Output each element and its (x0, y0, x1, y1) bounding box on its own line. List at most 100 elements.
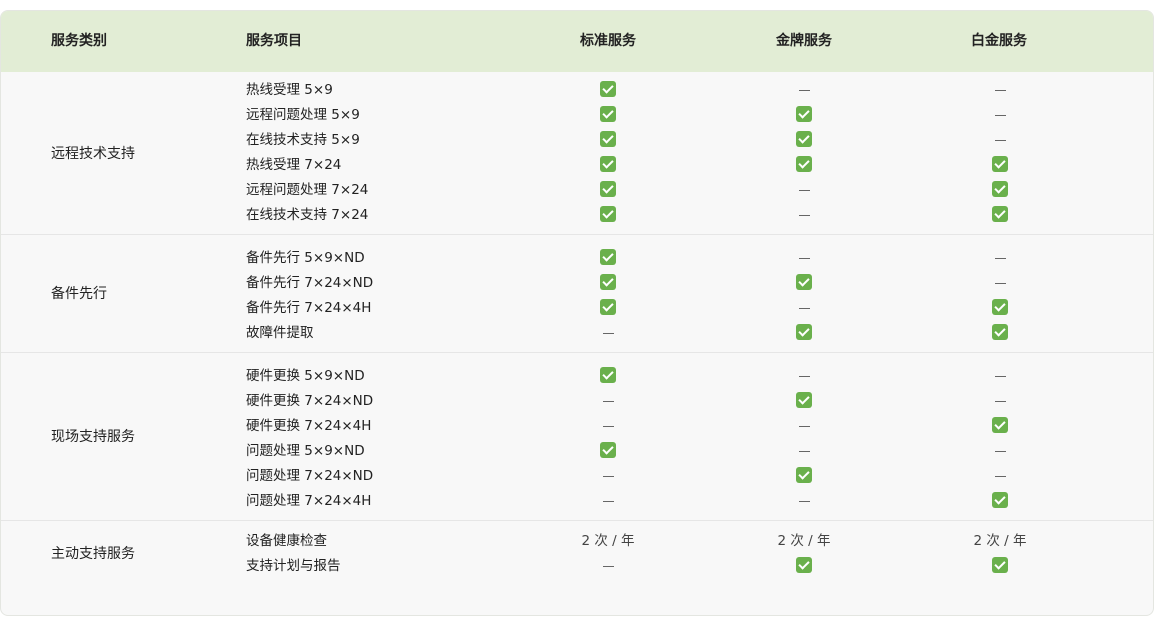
cell-platinum: 2 次 / 年 (973, 533, 1027, 549)
cell-platinum (965, 105, 1035, 125)
cell-gold: 2 次 / 年 (777, 533, 831, 549)
table-row: 硬件更换 5×9×ND (1, 364, 1153, 389)
check-icon (992, 206, 1008, 222)
dash-icon (798, 257, 810, 259)
cell-gold (769, 248, 839, 268)
check-icon (600, 442, 616, 458)
check-icon (796, 131, 812, 147)
cell-standard (573, 105, 643, 125)
service-item-label: 备件先行 5×9×ND (246, 250, 365, 266)
dash-icon (602, 500, 614, 502)
cell-gold (769, 180, 839, 200)
check-icon (992, 492, 1008, 508)
cell-platinum (965, 491, 1035, 511)
cell-platinum (965, 366, 1035, 386)
cell-platinum (965, 466, 1035, 486)
table-row: 备件先行 7×24×4H (1, 296, 1153, 321)
table-group: 现场支持服务 硬件更换 5×9×ND 硬件更换 7×24×ND 硬件更换 7×24×4… (1, 353, 1153, 521)
check-icon (992, 557, 1008, 573)
dash-icon (798, 375, 810, 377)
table-row: 在线技术支持 7×24 (1, 203, 1153, 228)
check-icon (796, 156, 812, 172)
cell-gold (769, 80, 839, 100)
table-row: 问题处理 7×24×4H (1, 489, 1153, 514)
cell-platinum (965, 80, 1035, 100)
cell-platinum (965, 205, 1035, 225)
check-icon (600, 156, 616, 172)
cell-gold (769, 556, 839, 576)
service-item-label: 热线受理 7×24 (246, 157, 342, 173)
table-row: 支持计划与报告 (1, 554, 1153, 579)
cell-standard (573, 180, 643, 200)
service-item-label: 远程问题处理 5×9 (246, 107, 360, 123)
cell-gold (769, 466, 839, 486)
check-icon (796, 324, 812, 340)
cell-standard (573, 130, 643, 150)
dash-icon (798, 450, 810, 452)
cell-gold (769, 298, 839, 318)
check-icon (600, 299, 616, 315)
cell-platinum (965, 556, 1035, 576)
check-icon (600, 274, 616, 290)
cell-standard (573, 80, 643, 100)
table-row: 问题处理 7×24×ND (1, 464, 1153, 489)
service-item-label: 硬件更换 5×9×ND (246, 368, 365, 384)
table-row: 在线技术支持 5×9 (1, 128, 1153, 153)
header-gold: 金牌服务 (776, 33, 832, 49)
check-icon (992, 417, 1008, 433)
cell-gold (769, 391, 839, 411)
table-row: 备件先行 5×9×ND (1, 246, 1153, 271)
table-row: 问题处理 5×9×ND (1, 439, 1153, 464)
table-header: 服务类别 服务项目 标准服务 金牌服务 白金服务 (1, 11, 1153, 72)
check-icon (600, 367, 616, 383)
cell-standard (573, 323, 643, 343)
cell-standard (573, 466, 643, 486)
service-item-label: 备件先行 7×24×ND (246, 275, 374, 291)
dash-icon (602, 400, 614, 402)
service-item-label: 硬件更换 7×24×4H (246, 418, 372, 434)
service-item-label: 问题处理 5×9×ND (246, 443, 365, 459)
cell-platinum (965, 323, 1035, 343)
dash-icon (798, 425, 810, 427)
cell-gold (769, 491, 839, 511)
dash-icon (798, 189, 810, 191)
check-icon (600, 249, 616, 265)
cell-standard (573, 248, 643, 268)
check-icon (796, 274, 812, 290)
header-item: 服务项目 (246, 33, 302, 49)
cell-gold (769, 105, 839, 125)
check-icon (796, 557, 812, 573)
check-icon (796, 467, 812, 483)
service-item-label: 远程问题处理 7×24 (246, 182, 369, 198)
cell-platinum (965, 273, 1035, 293)
cell-standard (573, 298, 643, 318)
cell-standard (573, 273, 643, 293)
check-icon (600, 106, 616, 122)
cell-platinum (965, 391, 1035, 411)
cell-standard: 2 次 / 年 (581, 533, 635, 549)
dash-icon (798, 307, 810, 309)
cell-standard (573, 205, 643, 225)
cell-gold (769, 416, 839, 436)
service-comparison-table: 服务类别 服务项目 标准服务 金牌服务 白金服务 远程技术支持 热线受理 5×9 远… (0, 10, 1154, 616)
dash-icon (994, 89, 1006, 91)
cell-platinum (965, 155, 1035, 175)
cell-platinum (965, 441, 1035, 461)
check-icon (600, 181, 616, 197)
cell-gold (769, 205, 839, 225)
table-group: 远程技术支持 热线受理 5×9 远程问题处理 5×9 在线技术支持 5×9 热线受理 7… (1, 72, 1153, 235)
table-row: 远程问题处理 7×24 (1, 178, 1153, 203)
table-group: 主动支持服务 设备健康检查 2 次 / 年2 次 / 年2 次 / 年支持计划与报告 (1, 521, 1153, 586)
service-item-label: 问题处理 7×24×4H (246, 493, 372, 509)
cell-standard (573, 416, 643, 436)
cell-standard (573, 556, 643, 576)
check-icon (600, 81, 616, 97)
cell-standard (573, 391, 643, 411)
table-row: 硬件更换 7×24×ND (1, 389, 1153, 414)
check-icon (796, 106, 812, 122)
cell-gold (769, 155, 839, 175)
check-icon (600, 131, 616, 147)
check-icon (992, 181, 1008, 197)
dash-icon (602, 332, 614, 334)
service-item-label: 故障件提取 (246, 325, 314, 341)
